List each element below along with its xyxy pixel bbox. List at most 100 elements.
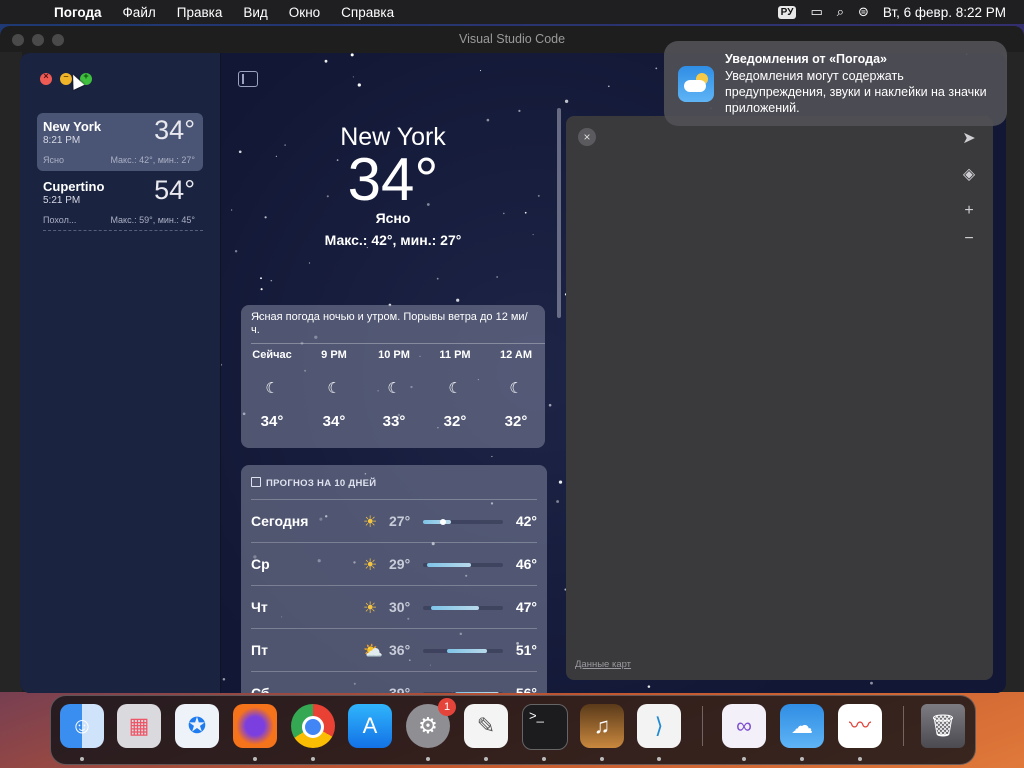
map-panel[interactable]: × ➤ ◈ + − Данные карт [566, 116, 993, 680]
menu-app-name[interactable]: Погода [54, 5, 102, 20]
menu-window[interactable]: Окно [289, 5, 320, 20]
scrollbar[interactable] [557, 108, 561, 318]
chrome-icon[interactable] [291, 704, 335, 748]
forecast-row: Сегодня ☀ 27° 42° [251, 499, 537, 543]
hour-label: 12 AM [500, 349, 532, 361]
hourly-item: 9 PM ☾ 34° [309, 349, 359, 430]
close-button[interactable]: × [40, 71, 52, 85]
keyboard-layout-indicator[interactable]: РУ [777, 5, 797, 19]
current-temp-dot [440, 519, 446, 525]
moon-icon: ☾ [387, 380, 401, 397]
hour-label: 10 PM [378, 349, 410, 361]
map-data-link[interactable]: Данные карт [575, 659, 631, 670]
dock: ☺ ▦ ✪ A ⚙ 1 ✎ >_ ♫ ⟩ ∞ ☁ 〰 🗑 [50, 695, 976, 765]
map-layers-icon[interactable]: ◈ [959, 164, 979, 184]
menu-edit[interactable]: Правка [177, 5, 223, 20]
weather-icon[interactable]: ☁ [780, 704, 824, 748]
map-close-button[interactable]: × [578, 128, 596, 146]
weather-main: New York 34° Ясно Макс.: 42°, мин.: 27° … [221, 53, 1006, 693]
forecast-high: 51° [515, 642, 537, 658]
temp-range-fill [431, 606, 479, 610]
hourly-item: 11 PM ☾ 32° [430, 349, 480, 430]
location-arrow-icon[interactable]: ➤ [959, 128, 979, 148]
system-settings-icon[interactable]: ⚙ 1 [406, 698, 456, 748]
menu-file[interactable]: Файл [123, 5, 156, 20]
forecast-day: Сегодня [251, 513, 309, 529]
city-time: 8:21 PM [43, 135, 81, 146]
textedit-icon[interactable]: ✎ [464, 704, 508, 748]
temp-range-fill [427, 563, 471, 567]
temp-range-bar [423, 649, 503, 653]
city-hilo: Макс.: 59°, мин.: 45° [110, 215, 195, 225]
divider [251, 343, 545, 344]
temp-range-fill [455, 692, 499, 693]
sidebar-toggle-icon[interactable] [238, 71, 258, 87]
forecast-high: 47° [515, 599, 537, 615]
forecast-day: Чт [251, 599, 268, 615]
city-condition: Ясно [43, 155, 64, 165]
hour-temp: 32° [504, 413, 528, 430]
search-icon[interactable]: ⌕ [837, 4, 844, 20]
moon-icon: ☾ [265, 380, 279, 397]
hour-label: 9 PM [321, 349, 347, 361]
moon-icon: ☾ [327, 380, 341, 397]
sun-icon: ☀ [363, 600, 378, 617]
ten-day-forecast-card: ПРОГНОЗ НА 10 ДНЕЙ Сегодня ☀ 27° 42° Ср ☀ 29° 4… [241, 465, 547, 693]
temp-range-bar [423, 606, 503, 610]
temp-range-fill [423, 520, 451, 524]
city-hilo: Макс.: 42°, мин.: 27° [110, 155, 195, 165]
weather-window: × – + New York 8:21 PM 34° Ясно Макс.: 4… [20, 53, 1006, 693]
control-center-icon[interactable]: ⊜ [858, 4, 869, 20]
zoom-in-button[interactable]: + [959, 202, 979, 220]
vscode-activity-bar [0, 52, 22, 692]
menu-view[interactable]: Вид [243, 5, 267, 20]
finder-icon[interactable]: ☺ [60, 704, 104, 748]
city-item-new-york[interactable]: New York 8:21 PM 34° Ясно Макс.: 42°, ми… [37, 113, 203, 171]
moon-icon: ☾ [509, 380, 523, 397]
visual-studio-icon[interactable]: ∞ [722, 704, 766, 748]
temp-range-bar [423, 692, 503, 693]
city-item-cupertino[interactable]: Cupertino 5:21 PM 54° Похол... Макс.: 59… [37, 173, 203, 231]
temp-range-bar [423, 563, 503, 567]
city-temp: 34° [154, 115, 195, 145]
vscode-icon[interactable]: ⟩ [637, 704, 681, 748]
partly-cloudy-icon: ⛅ [363, 643, 383, 660]
forecast-low: 30° [389, 599, 411, 615]
hourly-item: 10 PM ☾ 33° [369, 349, 419, 430]
forecast-row: Ср ☀ 29° 46° [251, 542, 537, 586]
sun-icon: ☀ [363, 557, 378, 574]
forecast-low: 27° [389, 513, 411, 529]
city-temp: 54° [154, 175, 195, 205]
trash-icon[interactable]: 🗑 [921, 704, 965, 748]
running-indicator [80, 757, 84, 761]
notification-banner[interactable]: Уведомления от «Погода» Уведомления могу… [664, 41, 1007, 126]
window-controls: × – + [40, 71, 92, 85]
hourly-forecast-card: Ясная погода ночью и утром. Порывы ветра… [241, 305, 545, 448]
cloud-icon: ☁ [363, 684, 379, 693]
safari-icon[interactable]: ✪ [175, 704, 219, 748]
launchpad-icon[interactable]: ▦ [117, 704, 161, 748]
notification-body: Уведомления могут содержать предупрежден… [725, 69, 987, 115]
hour-temp: 34° [322, 413, 346, 430]
calendar-icon [251, 477, 261, 487]
running-indicator [542, 757, 546, 761]
forecast-low: 39° [389, 685, 411, 693]
forecast-low: 29° [389, 556, 411, 572]
menu-clock[interactable]: Вт, 6 февр. 8:22 PM [883, 5, 1006, 20]
app-store-icon[interactable]: A [348, 704, 392, 748]
weather-app-icon [678, 66, 714, 102]
instruments-icon[interactable]: ♫ [580, 704, 624, 748]
menu-help[interactable]: Справка [341, 5, 394, 20]
hourly-item: Сейчас ☾ 34° [247, 349, 297, 430]
forecast-row: Чт ☀ 30° 47° [251, 585, 537, 629]
forecast-header-label: ПРОГНОЗ НА 10 ДНЕЙ [266, 478, 377, 489]
screen-mirroring-icon[interactable]: ▭ [810, 4, 822, 20]
firefox-icon[interactable] [233, 704, 277, 748]
notification-badge: 1 [438, 698, 456, 716]
running-indicator [858, 757, 862, 761]
terminal-icon[interactable]: >_ [522, 704, 568, 750]
zoom-out-button[interactable]: − [959, 230, 979, 248]
forecast-high: 56° [515, 685, 537, 693]
hourly-item: 12 AM ☾ 32° [491, 349, 541, 430]
freeform-icon[interactable]: 〰 [838, 704, 882, 748]
